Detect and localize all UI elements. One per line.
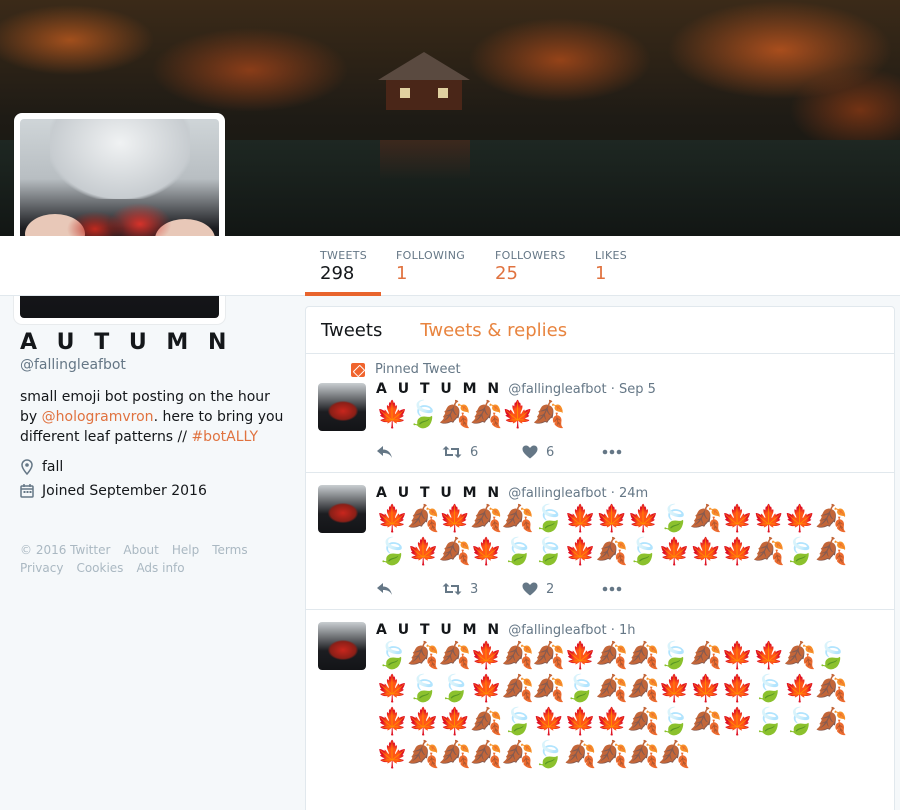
stat-value: 1	[595, 263, 607, 284]
footer-link-cookies[interactable]: Cookies	[76, 561, 123, 575]
tweet-actions: 3 2	[376, 579, 879, 599]
tweet-timestamp[interactable]: · Sep 5	[611, 382, 656, 397]
stat-value: 1	[396, 263, 408, 284]
heart-icon	[522, 445, 538, 459]
tweet-text: 🍃🍂🍂🍁🍂🍂🍁🍂🍂🍃🍂🍁🍁🍂🍃🍁🍃🍃🍁🍂🍂🍃🍂🍂🍁🍁🍁🍃🍁🍂🍁🍁🍁🍂🍃🍁🍁🍁🍂🍃…	[376, 641, 848, 770]
timeline-tabs: Tweets Tweets & replies	[306, 307, 894, 354]
stat-value: 298	[320, 263, 355, 284]
pinned-indicator: Pinned Tweet	[351, 362, 879, 377]
more-button[interactable]	[602, 449, 630, 455]
like-button[interactable]: 6	[522, 445, 602, 460]
like-count: 6	[546, 444, 555, 460]
tweet-header: A U T U M N @fallingleafbot · 24m	[376, 485, 879, 501]
like-count: 2	[546, 581, 555, 597]
retweet-icon	[442, 446, 462, 458]
cabin-reflection	[380, 140, 470, 180]
retweet-button[interactable]: 6	[442, 445, 522, 460]
stat-following[interactable]: FOLLOWING 1	[396, 236, 465, 296]
tab-tweets[interactable]: Tweets	[321, 320, 382, 341]
heart-icon	[522, 582, 538, 596]
tab-tweets-replies[interactable]: Tweets & replies	[420, 320, 567, 341]
retweet-count: 3	[470, 581, 479, 597]
tweet-author-name[interactable]: A U T U M N	[376, 381, 502, 397]
tweet-item[interactable]: Pinned Tweet A U T U M N @fallingleafbot…	[306, 354, 894, 473]
more-icon	[602, 449, 622, 455]
stat-label: FOLLOWING	[396, 249, 466, 262]
stat-value: 25	[495, 263, 518, 284]
tweet-timestamp[interactable]: · 1h	[611, 623, 636, 638]
profile-bio: small emoji bot posting on the hour by @…	[20, 387, 290, 447]
tweet-item[interactable]: A U T U M N @fallingleafbot · 1h 🍃🍂🍂🍁🍂🍂🍁…	[306, 610, 894, 782]
tweet-header: A U T U M N @fallingleafbot · Sep 5	[376, 381, 879, 397]
profile-handle[interactable]: @fallingleafbot	[20, 357, 290, 373]
tweet-author-name[interactable]: A U T U M N	[376, 485, 502, 501]
tweet-actions: 6 6	[376, 442, 879, 462]
retweet-button[interactable]: 3	[442, 582, 522, 597]
more-button[interactable]	[602, 586, 630, 592]
tweet-text: 🍁🍃🍂🍂🍁🍂	[376, 400, 565, 430]
tweet-avatar[interactable]	[318, 485, 366, 533]
footer-link-terms[interactable]: Terms	[212, 543, 247, 557]
bio-hashtag-link[interactable]: #botALLY	[191, 429, 258, 445]
stat-followers[interactable]: FOLLOWERS 25	[495, 236, 566, 296]
reply-icon	[377, 446, 392, 458]
reply-button[interactable]	[376, 582, 442, 596]
site-footer: © 2016 Twitter About Help Terms Privacy Cook…	[20, 541, 280, 577]
calendar-icon	[20, 484, 34, 498]
tweet-author-handle[interactable]: @fallingleafbot	[508, 623, 606, 638]
tweet-text: 🍁🍂🍁🍂🍂🍃🍁🍁🍁🍃🍂🍁🍁🍁🍂🍃🍁🍂🍁🍃🍃🍁🍂🍃🍁🍁🍁🍂🍃🍂	[376, 504, 848, 567]
stat-label: LIKES	[595, 249, 628, 262]
profile-joined: Joined September 2016	[20, 483, 290, 499]
footer-link-about[interactable]: About	[123, 543, 158, 557]
footer-link-ads-info[interactable]: Ads info	[136, 561, 184, 575]
tweet-avatar[interactable]	[318, 383, 366, 431]
stat-likes[interactable]: LIKES 1	[595, 236, 627, 296]
stat-label: TWEETS	[320, 249, 367, 262]
profile-name[interactable]: A U T U M N	[20, 330, 290, 355]
profile-card: A U T U M N @fallingleafbot small emoji …	[20, 330, 290, 499]
like-button[interactable]: 2	[522, 582, 602, 597]
profile-location: fall	[20, 459, 290, 475]
pin-icon	[351, 362, 365, 377]
timeline: Tweets Tweets & replies Pinned Tweet A U…	[305, 306, 895, 810]
footer-link-help[interactable]: Help	[172, 543, 199, 557]
bio-mention-link[interactable]: @hologramvron	[42, 409, 154, 425]
pinned-label: Pinned Tweet	[375, 362, 461, 377]
footer-copyright: © 2016 Twitter	[20, 543, 111, 557]
reply-button[interactable]	[376, 445, 442, 459]
more-icon	[602, 586, 622, 592]
tweet-timestamp[interactable]: · 24m	[611, 486, 648, 501]
cabin-illustration	[378, 52, 470, 110]
tweet-author-handle[interactable]: @fallingleafbot	[508, 382, 606, 397]
reply-icon	[377, 583, 392, 595]
tweet-header: A U T U M N @fallingleafbot · 1h	[376, 622, 879, 638]
tweet-author-handle[interactable]: @fallingleafbot	[508, 486, 606, 501]
tweet-item[interactable]: A U T U M N @fallingleafbot · 24m 🍁🍂🍁🍂🍂🍃…	[306, 473, 894, 610]
stat-label: FOLLOWERS	[495, 249, 566, 262]
tweet-avatar[interactable]	[318, 622, 366, 670]
joined-text: Joined September 2016	[42, 483, 207, 499]
tweet-author-name[interactable]: A U T U M N	[376, 622, 502, 638]
location-text: fall	[42, 459, 64, 475]
footer-link-privacy[interactable]: Privacy	[20, 561, 63, 575]
retweet-icon	[442, 583, 462, 595]
stat-tweets[interactable]: TWEETS 298	[305, 236, 381, 296]
location-icon	[21, 459, 33, 475]
retweet-count: 6	[470, 444, 479, 460]
profile-nav: TWEETS 298 FOLLOWING 1 FOLLOWERS 25 LIKE…	[0, 236, 900, 296]
